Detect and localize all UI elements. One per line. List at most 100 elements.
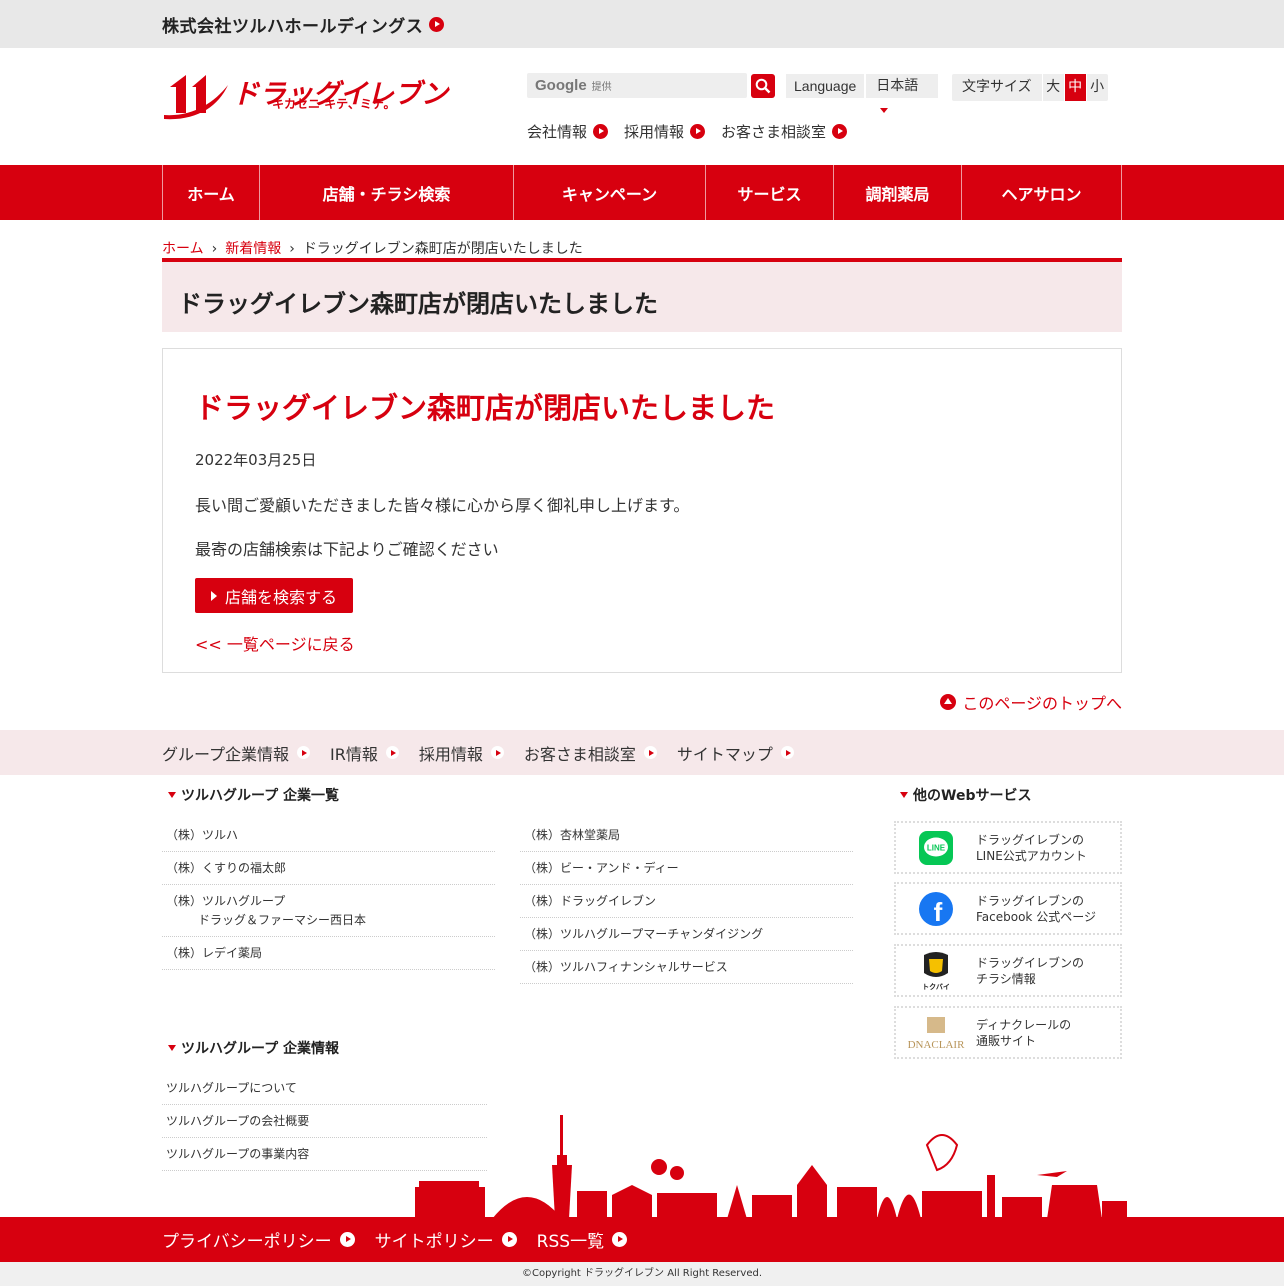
breadcrumb-separator: ›: [211, 241, 218, 257]
svg-text:トクバイ: トクバイ: [922, 982, 950, 991]
footer-nav: グループ企業情報 IR情報 採用情報 お客さま相談室 サイトマップ: [0, 730, 1284, 775]
rss-list-link[interactable]: RSS一覧: [536, 1227, 628, 1252]
subnav-company-info[interactable]: 会社情報: [527, 121, 609, 142]
gnav-pharmacy[interactable]: 調剤薬局: [834, 165, 962, 220]
footer-nav-label: 採用情報: [418, 744, 483, 764]
search-input[interactable]: Google 提供: [527, 73, 747, 98]
logo-tagline: キカセニ キテ、ミテ。: [272, 97, 396, 111]
language-label: Language: [786, 74, 865, 98]
web-card-line: Facebook 公式ページ: [976, 909, 1096, 924]
gnav-campaign[interactable]: キャンペーン: [514, 165, 706, 220]
arrow-right-icon: [339, 1232, 355, 1247]
facebook-icon: f: [896, 891, 976, 926]
holdings-link[interactable]: 株式会社ツルハホールディングス: [162, 12, 445, 37]
holdings-label: 株式会社ツルハホールディングス: [162, 16, 424, 37]
web-card-text: ドラッグイレブンの LINE公式アカウント: [976, 832, 1087, 864]
arrow-right-icon: [385, 746, 399, 759]
breadcrumb-news[interactable]: 新着情報: [225, 241, 281, 257]
breadcrumb-separator: ›: [289, 241, 295, 257]
font-size-large-button[interactable]: 大: [1041, 74, 1064, 101]
gnav-service[interactable]: サービス: [706, 165, 834, 220]
subnav-label: お客さま相談室: [721, 123, 827, 141]
company-item[interactable]: （株）ビー・アンド・ディー: [520, 852, 853, 885]
subnav-recruit[interactable]: 採用情報: [624, 121, 706, 142]
footer-nav-support[interactable]: お客さま相談室: [524, 741, 657, 765]
global-nav: ホーム 店舗・チラシ検索 キャンペーン サービス 調剤薬局 ヘアサロン: [0, 165, 1284, 220]
holdings-bar: 株式会社ツルハホールディングス: [0, 0, 1284, 48]
breadcrumb-current: ドラッグイレブン森町店が閉店いたしました: [302, 241, 583, 257]
bottom-link-label: サイトポリシー: [374, 1232, 494, 1252]
web-card-line: ドラッグイレブンの: [976, 893, 1085, 908]
company-list-left: （株）ツルハ （株）くすりの福太郎 （株）ツルハグループ ドラッグ＆ファーマシー西…: [162, 819, 495, 970]
back-to-list-link[interactable]: << 一覧ページに戻る: [195, 631, 1089, 655]
footer-nav-label: お客さま相談室: [523, 744, 636, 764]
arrow-right-icon: [832, 124, 848, 139]
footer-nav-label: グループ企業情報: [162, 744, 290, 764]
web-card-text: ドラッグイレブンの チラシ情報: [976, 955, 1084, 987]
flyer-info-card[interactable]: トクバイ ドラッグイレブンの チラシ情報: [894, 944, 1122, 997]
arrow-right-icon: [780, 746, 794, 759]
arrow-right-icon: [501, 1232, 517, 1247]
svg-text:DNACLAIR: DNACLAIR: [908, 1039, 965, 1051]
arrow-up-icon: [940, 693, 957, 710]
gnav-store-search[interactable]: 店舗・チラシ検索: [260, 165, 514, 220]
dnaclair-shop-card[interactable]: DNACLAIR ディナクレールの 通販サイト: [894, 1006, 1122, 1059]
footer-nav-ir[interactable]: IR情報: [330, 741, 399, 765]
article-box: ドラッグイレブン森町店が閉店いたしました 2022年03月25日 長い間ご愛顧い…: [162, 348, 1122, 673]
arrow-right-icon: [593, 124, 609, 139]
company-item[interactable]: （株）ツルハ: [162, 819, 495, 852]
article-paragraph: 最寄の店舗検索は下記よりご確認ください: [195, 540, 499, 559]
company-item[interactable]: （株）ツルハグループマーチャンダイジング: [520, 918, 853, 951]
footer-nav-group[interactable]: グループ企業情報: [162, 741, 311, 765]
page-top-link[interactable]: このページのトップへ: [162, 673, 1122, 730]
footer-nav-sitemap[interactable]: サイトマップ: [677, 741, 794, 765]
company-item[interactable]: （株）ドラッグイレブン: [520, 885, 853, 918]
company-item[interactable]: （株）くすりの福太郎: [162, 852, 495, 885]
search-button[interactable]: [751, 74, 775, 98]
bottom-link-label: RSS一覧: [536, 1232, 605, 1252]
font-size-label: 文字サイズ: [962, 79, 1032, 95]
arrow-right-icon: [429, 16, 445, 32]
store-search-button[interactable]: 店舗を検索する: [195, 578, 354, 613]
company-item[interactable]: （株）ツルハグループ ドラッグ＆ファーマシー西日本: [162, 885, 495, 937]
search-brand: Google: [535, 77, 587, 94]
company-item[interactable]: （株）ツルハフィナンシャルサービス: [520, 951, 853, 984]
company-list-right: （株）杏林堂薬局 （株）ビー・アンド・ディー （株）ドラッグイレブン （株）ツル…: [520, 819, 853, 984]
web-card-line: ドラッグイレブンの: [976, 955, 1085, 970]
font-size-medium-button[interactable]: 中: [1063, 74, 1086, 101]
site-policy-link[interactable]: サイトポリシー: [375, 1227, 517, 1252]
language-dropdown[interactable]: 日本語: [866, 74, 939, 98]
arrow-right-icon: [643, 746, 657, 759]
line-account-card[interactable]: LINE ドラッグイレブンの LINE公式アカウント: [894, 821, 1122, 874]
page-title: ドラッグイレブン森町店が閉店いたしました: [162, 258, 1122, 332]
company-name: （株）ツルハ: [166, 828, 239, 842]
arrow-right-icon: [490, 746, 504, 759]
web-card-line: LINE公式アカウント: [976, 848, 1087, 863]
group-info-item[interactable]: ツルハグループについて: [162, 1072, 487, 1105]
arrow-right-icon: [690, 124, 706, 139]
gnav-home[interactable]: ホーム: [163, 165, 260, 220]
footer-nav-recruit[interactable]: 採用情報: [419, 741, 504, 765]
font-size-small-button[interactable]: 小: [1085, 74, 1108, 101]
footer-body: ツルハグループ 企業一覧 （株）ツルハ （株）くすりの福太郎 （株）ツルハグルー…: [162, 775, 1127, 1219]
web-card-line: チラシ情報: [976, 971, 1036, 986]
language-selected: 日本語: [876, 78, 919, 94]
breadcrumb-home[interactable]: ホーム: [162, 241, 204, 257]
svg-text:f: f: [934, 897, 943, 926]
privacy-policy-link[interactable]: プライバシーポリシー: [162, 1227, 355, 1252]
header-subnav: 会社情報 採用情報 お客さま相談室: [527, 121, 848, 142]
company-item[interactable]: （株）杏林堂薬局: [520, 819, 853, 852]
tokubai-icon: トクバイ: [896, 951, 976, 991]
subnav-customer-support[interactable]: お客さま相談室: [721, 121, 848, 142]
group-companies-title: ツルハグループ 企業一覧: [162, 785, 339, 805]
web-card-line: ディナクレールの: [976, 1017, 1072, 1032]
article-paragraph: 長い間ご愛顧いただきました皆々様に心から厚く御礼申し上げます。: [195, 496, 690, 515]
web-services-title: 他のWebサービス: [894, 785, 1031, 805]
arrow-right-icon: [297, 746, 311, 759]
gnav-hair-salon[interactable]: ヘアサロン: [962, 165, 1122, 220]
facebook-page-card[interactable]: f ドラッグイレブンの Facebook 公式ページ: [894, 882, 1122, 935]
company-item[interactable]: （株）レデイ薬局: [162, 937, 495, 970]
svg-text:LINE: LINE: [927, 843, 946, 852]
footer-nav-label: サイトマップ: [676, 744, 773, 764]
footer-nav-label: IR情報: [330, 744, 378, 764]
